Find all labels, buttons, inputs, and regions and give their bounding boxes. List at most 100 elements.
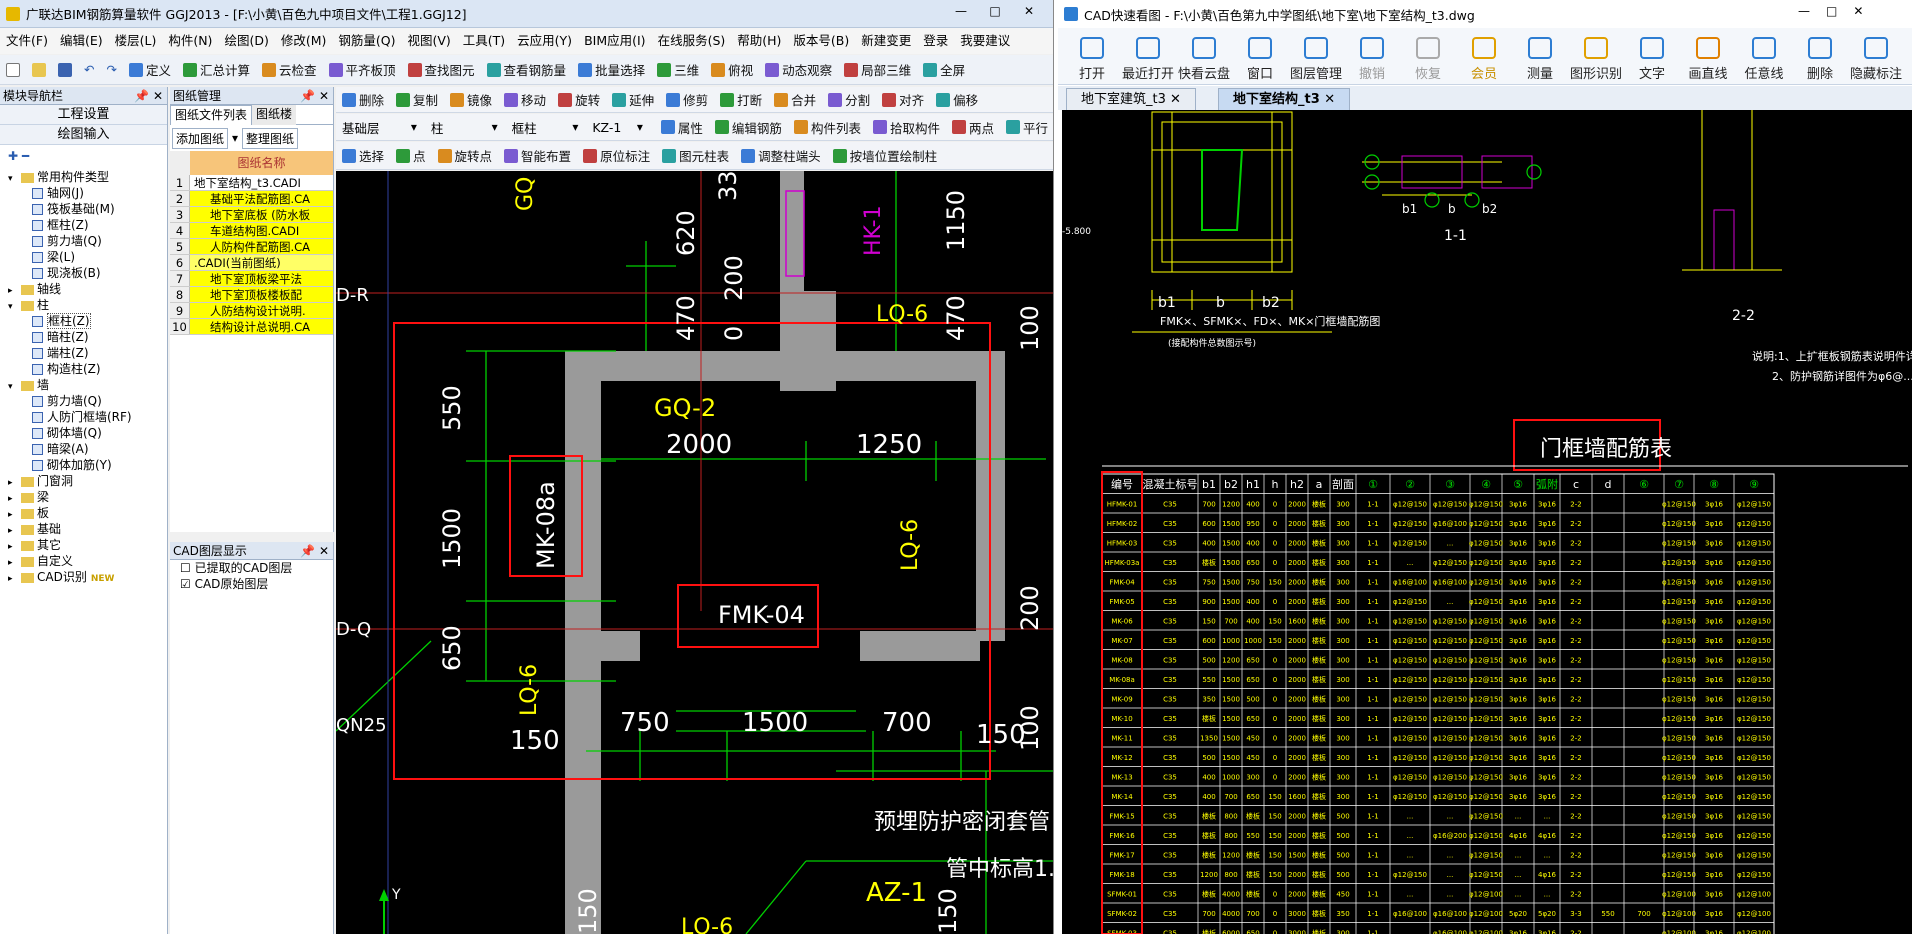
redo-button[interactable]: ↷ — [100, 58, 122, 82]
tab-drawing-list[interactable]: 图纸文件列表 — [170, 104, 253, 125]
toolbar-button[interactable]: 平齐板顶 — [323, 58, 402, 82]
expand-icon[interactable]: ▸ — [8, 571, 18, 587]
toolbar-button[interactable]: 分割 — [822, 88, 876, 112]
close-icon[interactable]: 📌 ✕ — [300, 542, 329, 560]
toolbar-button[interactable]: 旋转点 — [432, 144, 499, 168]
tab-arch-drawing[interactable]: 地下室建筑_t3 ✕ — [1066, 88, 1196, 110]
viewer-toolbar-button[interactable]: 图层管理 — [1288, 30, 1344, 82]
project-settings-button[interactable]: 工程设置 — [0, 105, 167, 125]
tree-item[interactable]: ▾ 柱 — [8, 297, 167, 313]
toolbar-button[interactable]: 全屏 — [917, 58, 971, 82]
tree-item[interactable]: ▸ CAD识别 NEW — [8, 569, 167, 585]
drawing-row[interactable]: 3 地下室底板 (防水板 — [170, 207, 333, 223]
toolbar-button[interactable]: 俯视 — [705, 58, 759, 82]
tree-item[interactable]: 现浇板(B) — [8, 265, 167, 281]
tree-item[interactable]: ▸ 自定义 — [8, 553, 167, 569]
toolbar-button[interactable]: 拾取构件 — [867, 115, 946, 139]
menu-item[interactable]: 帮助(H) — [731, 28, 787, 54]
viewer-toolbar-button[interactable]: 窗口 — [1232, 30, 1288, 82]
drawing-row[interactable]: 4 车道结构图.CADI — [170, 223, 333, 239]
checkbox-checked[interactable]: ☑ — [180, 577, 191, 591]
tree-item[interactable]: ▸ 轴线 — [8, 281, 167, 297]
tab-struct-drawing[interactable]: 地下室结构_t3 ✕ — [1218, 88, 1351, 111]
viewer-toolbar-button[interactable]: 打开 — [1064, 30, 1120, 82]
tree-item[interactable]: ▸ 门窗洞 — [8, 473, 167, 489]
toolbar-button[interactable]: 打断 — [714, 88, 768, 112]
viewer-toolbar-button[interactable]: 隐藏标注 — [1848, 30, 1904, 82]
layer-item-original[interactable]: ☑ CAD原始图层 — [170, 576, 333, 592]
toolbar-button[interactable]: 对齐 — [876, 88, 930, 112]
maximize-button[interactable]: □ — [984, 4, 1006, 18]
minimize-button[interactable]: — — [1798, 4, 1810, 18]
menu-item[interactable]: 登录 — [917, 28, 954, 54]
toolbar-button[interactable]: 构件列表 — [788, 115, 867, 139]
tree-item[interactable]: 构造柱(Z) — [8, 361, 167, 377]
toolbar-button[interactable]: 查看钢筋量 — [481, 58, 573, 82]
tree-item[interactable]: 砌体墙(Q) — [8, 425, 167, 441]
close-button[interactable]: ✕ — [1853, 4, 1863, 18]
toolbar-button[interactable]: 两点 — [946, 115, 1000, 139]
toolbar-button[interactable]: 偏移 — [930, 88, 984, 112]
toolbar-button[interactable]: 三维 — [651, 58, 705, 82]
toolbar-button[interactable]: 编辑钢筋 — [709, 115, 788, 139]
viewer-toolbar-button[interactable]: 文字 — [1624, 30, 1680, 82]
drawing-row[interactable]: 5 人防构件配筋图.CA — [170, 239, 333, 255]
tree-item[interactable]: 剪力墙(Q) — [8, 393, 167, 409]
tree-item[interactable]: ▾ 墙 — [8, 377, 167, 393]
toolbar-button[interactable]: 汇总计算 — [177, 58, 256, 82]
menu-item[interactable]: 修改(M) — [275, 28, 333, 54]
menu-item[interactable]: 绘图(D) — [218, 28, 274, 54]
menu-item[interactable]: 构件(N) — [162, 28, 218, 54]
drawing-row[interactable]: 7 地下室顶板梁平法 — [170, 271, 333, 287]
toolbar-button[interactable]: 点 — [390, 144, 432, 168]
viewer-toolbar-button[interactable]: 图形识别 — [1568, 30, 1624, 82]
tree-item[interactable]: 筏板基础(M) — [8, 201, 167, 217]
checkbox-unchecked[interactable]: ☐ — [180, 561, 191, 575]
viewer-toolbar-button[interactable]: 快看云盘 — [1176, 30, 1232, 82]
tree-item[interactable]: ▾ 常用构件类型 — [8, 169, 167, 185]
undo-button[interactable]: ↶ — [78, 58, 100, 82]
maximize-button[interactable]: □ — [1826, 4, 1837, 18]
subtype-select[interactable]: 框柱 — [512, 118, 569, 137]
drawing-row[interactable]: 2 基础平法配筋图.CA — [170, 191, 333, 207]
toolbar-button[interactable]: 局部三维 — [838, 58, 917, 82]
viewer-toolbar-button[interactable]: 恢复 — [1400, 30, 1456, 82]
toolbar-button[interactable]: 移动 — [498, 88, 552, 112]
toolbar-button[interactable]: 属性 — [655, 115, 709, 139]
menu-item[interactable]: 云应用(Y) — [511, 28, 578, 54]
tab-drawing-floor[interactable]: 图纸楼 — [252, 104, 297, 125]
tree-item[interactable]: 剪力墙(Q) — [8, 233, 167, 249]
close-icon[interactable]: 📌 ✕ — [134, 87, 163, 105]
viewer-toolbar-button[interactable]: 测量 — [1512, 30, 1568, 82]
toolbar-button[interactable]: 修剪 — [660, 88, 714, 112]
toolbar-button[interactable]: 批量选择 — [572, 58, 651, 82]
toolbar-button[interactable]: 镜像 — [444, 88, 498, 112]
toolbar-button[interactable]: 选择 — [336, 144, 390, 168]
drawing-row[interactable]: 9 人防结构设计说明. — [170, 303, 333, 319]
toolbar-button[interactable]: 复制 — [390, 88, 444, 112]
type-select[interactable]: 柱 — [431, 118, 488, 137]
tree-item[interactable]: 砌体加筋(Y) — [8, 457, 167, 473]
toolbar-button[interactable]: 云检查 — [256, 58, 323, 82]
toolbar-button[interactable]: 合并 — [768, 88, 822, 112]
tree-item[interactable]: 轴网(J) — [8, 185, 167, 201]
viewer-toolbar-button[interactable]: 画直线 — [1680, 30, 1736, 82]
toolbar-button[interactable]: 图元柱表 — [656, 144, 735, 168]
menu-item[interactable]: 在线服务(S) — [652, 28, 732, 54]
toolbar-button[interactable]: 动态观察 — [759, 58, 838, 82]
toolbar-button[interactable]: 智能布置 — [498, 144, 577, 168]
menu-item[interactable]: 文件(F) — [0, 28, 54, 54]
tree-item[interactable]: 框柱(Z) — [8, 217, 167, 233]
drawing-row[interactable]: 10 结构设计总说明.CA — [170, 319, 333, 335]
menu-item[interactable]: 版本号(B) — [787, 28, 855, 54]
layer-item-extracted[interactable]: ☐ 已提取的CAD图层 — [170, 560, 333, 576]
tree-item[interactable]: 人防门框墙(RF) — [8, 409, 167, 425]
save-button[interactable] — [52, 58, 78, 82]
tree-item[interactable]: ▸ 其它 — [8, 537, 167, 553]
add-drawing-button[interactable]: 添加图纸 — [172, 127, 229, 149]
menu-item[interactable]: 工具(T) — [457, 28, 511, 54]
toolbar-button[interactable]: 查找图元 — [402, 58, 481, 82]
drawing-input-button[interactable]: 绘图输入 — [0, 125, 167, 145]
viewer-toolbar-button[interactable]: 会员 — [1456, 30, 1512, 82]
drawing-row[interactable]: 8 地下室顶板楼板配 — [170, 287, 333, 303]
